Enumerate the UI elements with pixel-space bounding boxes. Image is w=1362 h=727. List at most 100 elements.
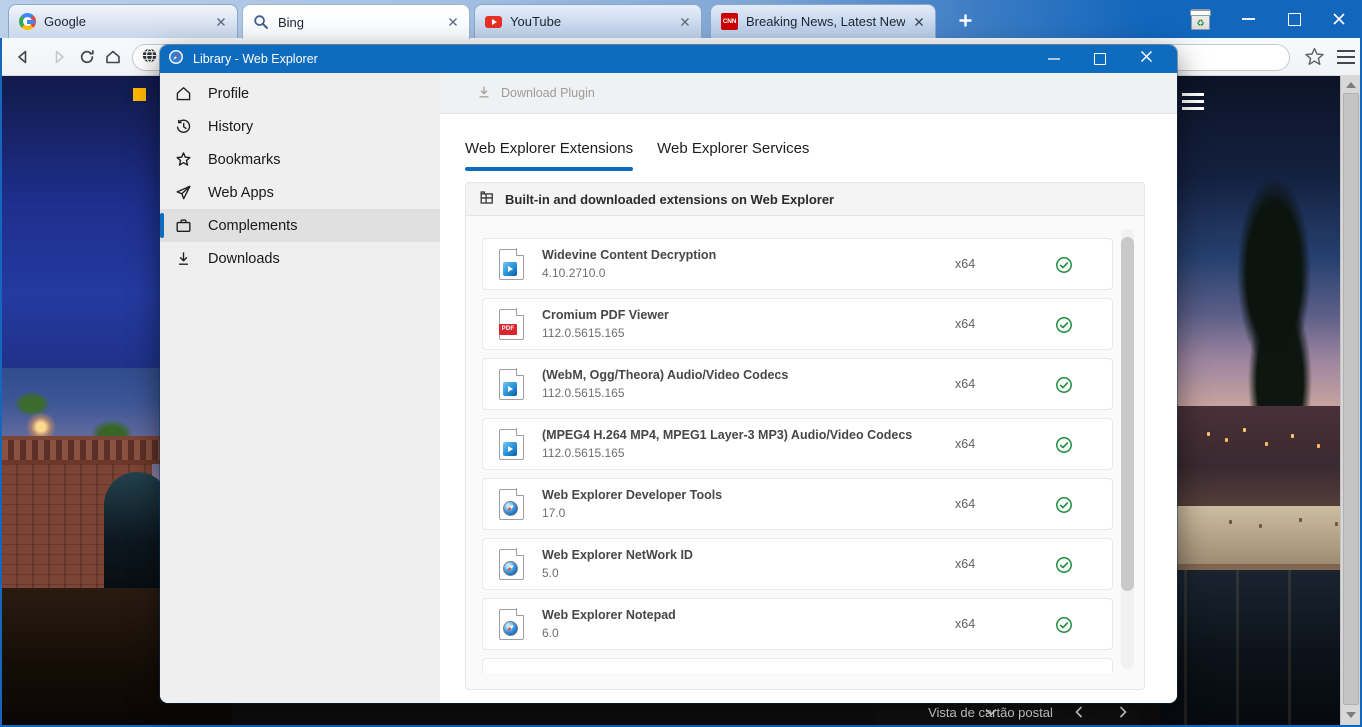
- extension-architecture: x64: [955, 377, 975, 391]
- scroll-up-icon[interactable]: [1346, 82, 1356, 88]
- page-scrollbar[interactable]: [1340, 76, 1360, 725]
- enabled-check-icon: [1055, 436, 1073, 459]
- extension-architecture: x64: [955, 557, 975, 571]
- home-icon: [173, 84, 193, 104]
- extension-architecture: x64: [955, 257, 975, 271]
- tab-close-icon[interactable]: [679, 16, 691, 28]
- extension-row[interactable]: PDF Cromium PDF Viewer 112.0.5615.165 x64: [482, 298, 1113, 350]
- home-button[interactable]: [102, 46, 124, 68]
- library-sidebar: Profile History Bookmarks: [160, 73, 440, 703]
- dialog-titlebar[interactable]: Library - Web Explorer: [160, 45, 1177, 73]
- media-doc-icon: [499, 249, 524, 280]
- library-main-panel: Download Plugin Web Explorer Extensions …: [440, 73, 1177, 703]
- search-icon: [253, 14, 270, 31]
- page-hamburger-icon[interactable]: [1182, 93, 1204, 114]
- library-tabs: Web Explorer Extensions Web Explorer Ser…: [465, 140, 809, 167]
- window-border: [0, 38, 2, 727]
- plugin-toolbar: Download Plugin: [440, 73, 1177, 114]
- dialog-minimize-button[interactable]: [1048, 58, 1060, 60]
- tab-close-icon[interactable]: [215, 16, 227, 28]
- extensions-grid-icon: [478, 189, 495, 209]
- photo-river: [1160, 570, 1360, 725]
- extension-list-scrollbar-thumb[interactable]: [1121, 237, 1134, 591]
- extension-row[interactable]: Widevine Content Decryption4.10.2710.0x6…: [482, 238, 1113, 290]
- pdf-doc-icon: PDF: [499, 309, 524, 340]
- media-doc-icon: [499, 369, 524, 400]
- window-minimize-button[interactable]: [1237, 0, 1259, 38]
- tab-cnn[interactable]: CNN Breaking News, Latest News and Vi: [710, 4, 936, 38]
- extension-architecture: x64: [955, 317, 975, 331]
- photo-building: [1172, 506, 1352, 564]
- extension-version: 112.0.5615.165: [542, 326, 669, 340]
- youtube-icon: [485, 13, 502, 30]
- chevron-right-icon: [1119, 706, 1127, 718]
- extension-name: Widevine Content Decryption: [542, 248, 716, 262]
- dialog-close-button[interactable]: [1140, 50, 1153, 68]
- tab-bing[interactable]: Bing: [242, 4, 470, 39]
- extension-architecture: x64: [955, 497, 975, 511]
- extension-row[interactable]: Web Explorer Developer Tools17.0x64: [482, 478, 1113, 530]
- bookmark-star-icon[interactable]: [1304, 46, 1325, 72]
- photo-lit-windows: [1207, 432, 1210, 436]
- scroll-down-icon[interactable]: [1346, 712, 1356, 718]
- extension-row[interactable]: Web Explorer Notepad6.0x64: [482, 598, 1113, 650]
- refresh-button[interactable]: [76, 46, 98, 68]
- download-plugin-icon: [476, 84, 492, 103]
- extension-list-scrollbar[interactable]: [1121, 229, 1134, 669]
- extension-architecture: x64: [955, 437, 975, 451]
- library-dialog: Library - Web Explorer Profile: [160, 45, 1177, 703]
- enabled-check-icon: [1055, 616, 1073, 639]
- sidebar-item-label: Complements: [208, 218, 297, 234]
- extension-list: Widevine Content Decryption4.10.2710.0x6…: [482, 238, 1113, 673]
- media-doc-icon: [499, 429, 524, 460]
- sidebar-item-profile[interactable]: Profile: [160, 77, 440, 110]
- site-globe-icon: [141, 47, 158, 69]
- tab-youtube[interactable]: YouTube: [474, 4, 702, 38]
- sidebar-item-complements[interactable]: Complements: [160, 209, 440, 242]
- cnn-icon: CNN: [721, 13, 738, 30]
- extension-name: Web Explorer NetWork ID: [542, 548, 693, 562]
- extension-row[interactable]: (WebM, Ogg/Theora) Audio/Video Codecs112…: [482, 358, 1113, 410]
- extensions-section-title: Built-in and downloaded extensions on We…: [505, 192, 834, 207]
- new-tab-button[interactable]: [952, 8, 978, 32]
- microsoft-logo-icon[interactable]: [133, 88, 161, 116]
- compass-doc-icon: [499, 549, 524, 580]
- sidebar-item-label: Bookmarks: [208, 152, 281, 168]
- enabled-check-icon: [1055, 316, 1073, 339]
- photo-bridge-rail: [2, 436, 162, 464]
- tab-web-explorer-services[interactable]: Web Explorer Services: [657, 140, 809, 167]
- forward-button[interactable]: [48, 46, 70, 68]
- tab-close-icon[interactable]: [913, 16, 925, 28]
- extension-name: Cromium PDF Viewer: [542, 308, 669, 322]
- compass-doc-icon: [499, 489, 524, 520]
- history-icon: [173, 117, 193, 137]
- extension-version: 17.0: [542, 506, 722, 520]
- extension-row[interactable]: Web Explorer NetWork ID5.0x64: [482, 538, 1113, 590]
- dialog-maximize-button[interactable]: [1094, 53, 1106, 65]
- sidebar-item-bookmarks[interactable]: Bookmarks: [160, 143, 440, 176]
- extension-name: (WebM, Ogg/Theora) Audio/Video Codecs: [542, 368, 788, 382]
- back-button[interactable]: [12, 46, 34, 68]
- tab-label: Bing: [278, 15, 439, 30]
- download-plugin-button[interactable]: Download Plugin: [501, 86, 595, 100]
- window-close-button[interactable]: [1327, 0, 1351, 38]
- page-scrollbar-thumb[interactable]: [1343, 93, 1359, 705]
- tab-close-icon[interactable]: [447, 16, 459, 28]
- sidebar-item-label: History: [208, 119, 253, 135]
- browser-menu-icon[interactable]: [1337, 50, 1355, 68]
- enabled-check-icon: [1055, 256, 1073, 279]
- enabled-check-icon: [1055, 556, 1073, 579]
- tab-google[interactable]: Google: [8, 4, 238, 38]
- chevron-left-icon: [1075, 706, 1083, 718]
- extension-row[interactable]: (MPEG4 H.264 MP4, MPEG1 Layer-3 MP3) Aud…: [482, 418, 1113, 470]
- recycle-bin-icon[interactable]: ♻: [1191, 0, 1215, 38]
- tab-web-explorer-extensions[interactable]: Web Explorer Extensions: [465, 140, 633, 167]
- star-icon: [173, 150, 193, 170]
- sidebar-item-downloads[interactable]: Downloads: [160, 242, 440, 275]
- sidebar-item-web-apps[interactable]: Web Apps: [160, 176, 440, 209]
- window-maximize-button[interactable]: [1283, 0, 1305, 38]
- extension-version: 112.0.5615.165: [542, 446, 912, 460]
- extension-name: (MPEG4 H.264 MP4, MPEG1 Layer-3 MP3) Aud…: [542, 428, 912, 442]
- browser-tab-strip: Google Bing YouTube CNN Breaking News, L…: [0, 0, 1362, 38]
- sidebar-item-history[interactable]: History: [160, 110, 440, 143]
